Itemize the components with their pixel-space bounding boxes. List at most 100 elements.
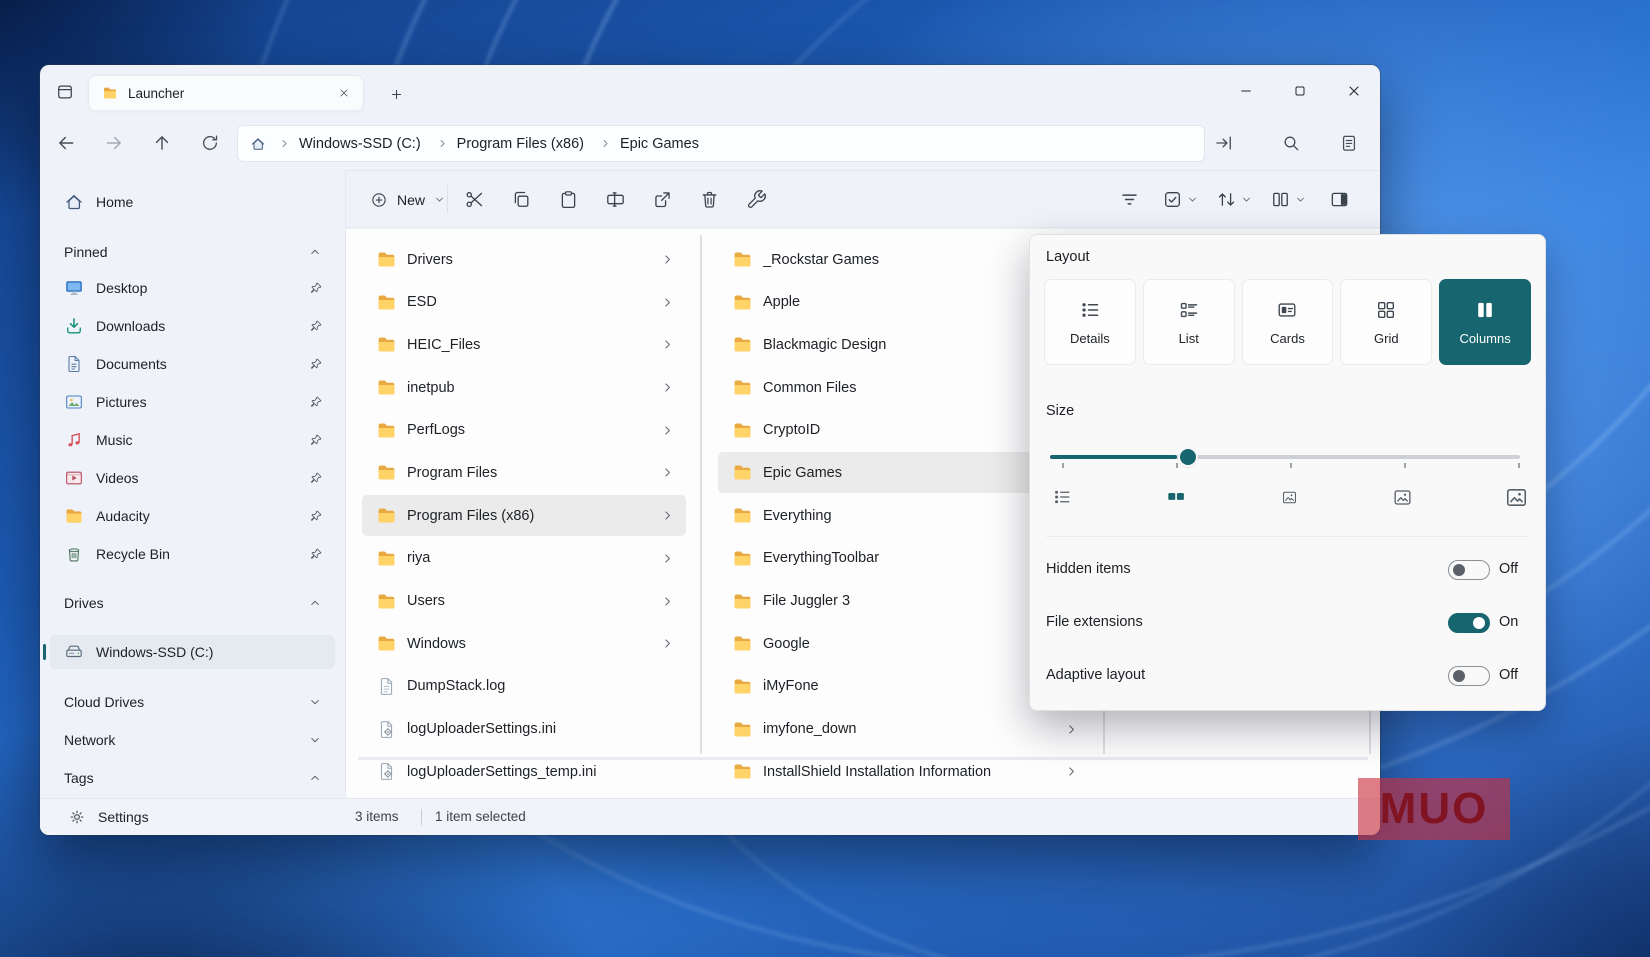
toolbar-action-button[interactable]	[641, 182, 683, 217]
column-divider[interactable]	[700, 235, 702, 754]
file-row[interactable]: Windows	[362, 623, 686, 664]
nav-button[interactable]	[97, 126, 131, 160]
clipboard-button[interactable]	[1332, 126, 1366, 160]
toolbar-action-button[interactable]	[594, 182, 636, 217]
toolbar-action-button[interactable]	[688, 182, 730, 217]
chevron-right-icon[interactable]	[661, 509, 674, 522]
breadcrumb-item[interactable]: Epic Games	[593, 136, 706, 152]
toolbar-view-button[interactable]	[1210, 182, 1258, 217]
slider-thumb[interactable]	[1180, 449, 1196, 465]
file-row[interactable]: HEIC_Files	[362, 324, 686, 365]
nav-button[interactable]	[49, 126, 83, 160]
sidebar-section-pinned[interactable]: Pinned	[50, 237, 335, 267]
layout-option-button[interactable]: Columns	[1439, 279, 1531, 365]
toolbar-view-button[interactable]	[1156, 182, 1204, 217]
sidebar-item[interactable]: Documents	[50, 347, 335, 381]
window-control-button[interactable]	[1277, 74, 1323, 108]
file-row[interactable]: PerfLogs	[362, 410, 686, 451]
nav-button[interactable]	[145, 126, 179, 160]
chevron-right-icon[interactable]	[661, 552, 674, 565]
pin-icon[interactable]	[309, 433, 323, 447]
toolbar-view-button[interactable]	[1318, 182, 1360, 217]
toolbar-action-button[interactable]	[547, 182, 589, 217]
toggle-switch[interactable]	[1448, 666, 1490, 686]
sidebar-item[interactable]: Desktop	[50, 271, 335, 305]
size-stop-button[interactable]	[1269, 479, 1309, 515]
toolbar-view-button[interactable]	[1108, 182, 1150, 217]
toolbar-action-button[interactable]	[453, 182, 495, 217]
go-to-button[interactable]	[1207, 126, 1241, 160]
chevron-right-icon[interactable]	[661, 338, 674, 351]
file-row[interactable]: DumpStack.log	[362, 666, 686, 707]
chevron-up-icon[interactable]	[309, 246, 321, 258]
file-row[interactable]: ESD	[362, 282, 686, 323]
file-row[interactable]: Program Files (x86)	[362, 495, 686, 537]
new-tab-button[interactable]	[384, 82, 408, 106]
chevron-up-icon[interactable]	[309, 597, 321, 609]
chevron-right-icon[interactable]	[661, 296, 674, 309]
toolbar-action-button[interactable]	[500, 182, 542, 217]
toolbar-action-button[interactable]	[735, 182, 777, 217]
layout-option-button[interactable]: Cards	[1241, 279, 1334, 365]
layout-option-button[interactable]: List	[1142, 279, 1235, 365]
file-row[interactable]: riya	[362, 538, 686, 579]
settings-button[interactable]: Settings	[68, 799, 149, 835]
file-row[interactable]: Users	[362, 581, 686, 622]
window-menu-button[interactable]	[50, 78, 80, 106]
nav-button[interactable]	[193, 126, 227, 160]
file-row[interactable]: imyfone_down	[718, 709, 1090, 750]
breadcrumb-item[interactable]: Program Files (x86)	[430, 136, 591, 152]
chevron-right-icon[interactable]	[661, 424, 674, 437]
chevron-right-icon[interactable]	[1065, 765, 1078, 778]
sidebar-section-drives[interactable]: Drives	[50, 588, 335, 618]
size-stop-button[interactable]	[1042, 479, 1082, 515]
chevron-right-icon[interactable]	[661, 253, 674, 266]
toolbar-view-button[interactable]	[1264, 182, 1312, 217]
chevron-right-icon[interactable]	[661, 381, 674, 394]
chevron-up-icon[interactable]	[309, 772, 321, 784]
breadcrumb-item[interactable]: Windows-SSD (C:)	[272, 136, 428, 152]
horizontal-scrollbar[interactable]	[358, 757, 1368, 760]
sidebar-item-home[interactable]: Home	[50, 185, 335, 219]
pin-icon[interactable]	[309, 395, 323, 409]
toggle-switch[interactable]	[1448, 560, 1490, 580]
tab-close-button[interactable]	[333, 82, 355, 104]
sidebar-item[interactable]: Pictures	[50, 385, 335, 419]
chevron-right-icon[interactable]	[1065, 723, 1078, 736]
pin-icon[interactable]	[309, 509, 323, 523]
layout-option-button[interactable]: Details	[1044, 279, 1136, 365]
sidebar-item[interactable]: Recycle Bin	[50, 537, 335, 571]
new-button[interactable]: New	[358, 182, 457, 217]
pin-icon[interactable]	[309, 281, 323, 295]
sidebar-section[interactable]: Tags	[50, 763, 335, 793]
tab-launcher[interactable]: Launcher	[88, 75, 364, 111]
size-slider[interactable]	[1050, 445, 1520, 471]
sidebar-section[interactable]: Network	[50, 725, 335, 755]
size-stop-button[interactable]	[1156, 479, 1196, 515]
chevron-down-icon[interactable]	[309, 734, 321, 746]
sidebar-item[interactable]: Music	[50, 423, 335, 457]
pin-icon[interactable]	[309, 319, 323, 333]
breadcrumb[interactable]: Windows-SSD (C:) Program Files (x86) Epi…	[237, 125, 1205, 162]
window-control-button[interactable]	[1331, 74, 1377, 108]
toggle-switch[interactable]	[1448, 613, 1490, 633]
chevron-right-icon[interactable]	[661, 466, 674, 479]
layout-option-button[interactable]: Grid	[1340, 279, 1433, 365]
size-stop-button[interactable]	[1383, 479, 1423, 515]
file-row[interactable]: Drivers	[362, 239, 686, 280]
chevron-right-icon[interactable]	[661, 637, 674, 650]
search-button[interactable]	[1274, 126, 1308, 160]
sidebar-item[interactable]: Audacity	[50, 499, 335, 533]
file-row[interactable]: logUploaderSettings.ini	[362, 709, 686, 750]
sidebar-item-drive[interactable]: Windows-SSD (C:)	[43, 635, 335, 669]
sidebar-item[interactable]: Videos	[50, 461, 335, 495]
home-icon[interactable]	[250, 136, 266, 152]
sidebar-item[interactable]: Downloads	[50, 309, 335, 343]
pin-icon[interactable]	[309, 547, 323, 561]
file-row[interactable]: inetpub	[362, 367, 686, 408]
sidebar-section[interactable]: Cloud Drives	[50, 687, 335, 717]
chevron-down-icon[interactable]	[309, 696, 321, 708]
pin-icon[interactable]	[309, 471, 323, 485]
window-control-button[interactable]	[1223, 74, 1269, 108]
pin-icon[interactable]	[309, 357, 323, 371]
